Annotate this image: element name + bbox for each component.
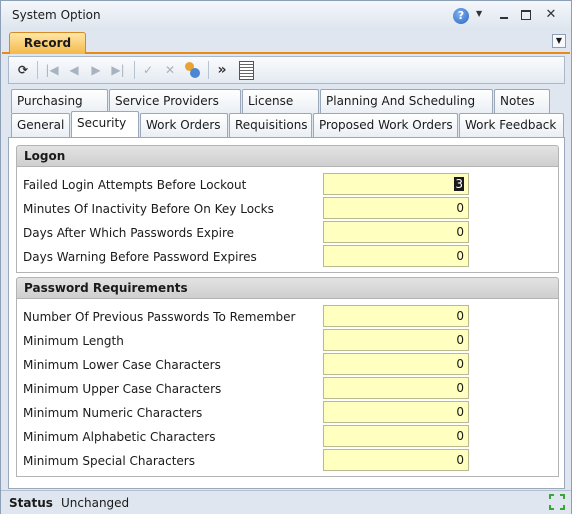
help-menu-caret-icon[interactable]: ▼ bbox=[476, 9, 492, 25]
minimum-upper-case-field[interactable]: 0 bbox=[323, 377, 469, 399]
system-option-window: System Option ? ▼ ✕ Record ▼ ⟳ |◀ ◀ ▶ ▶|… bbox=[0, 0, 572, 514]
status-label: Status bbox=[9, 496, 53, 510]
tab-service-providers[interactable]: Service Providers bbox=[109, 89, 241, 113]
minimum-lower-case-label: Minimum Lower Case Characters bbox=[23, 358, 221, 372]
tab-general[interactable]: General bbox=[11, 113, 70, 137]
help-icon[interactable]: ? bbox=[453, 8, 469, 24]
password-expire-days-label: Days After Which Passwords Expire bbox=[23, 226, 235, 240]
close-icon[interactable]: ✕ bbox=[543, 7, 559, 23]
toolbar-separator bbox=[37, 61, 38, 79]
security-tab-content: Logon Failed Login Attempts Before Locko… bbox=[8, 137, 565, 489]
maximize-icon[interactable] bbox=[519, 7, 535, 23]
first-record-icon[interactable]: |◀ bbox=[42, 60, 62, 80]
password-warning-days-field[interactable]: 0 bbox=[323, 245, 469, 267]
tab-purchasing[interactable]: Purchasing bbox=[11, 89, 108, 113]
tab-work-feedback[interactable]: Work Feedback bbox=[459, 113, 564, 137]
minimum-length-field[interactable]: 0 bbox=[323, 329, 469, 351]
previous-record-icon[interactable]: ◀ bbox=[64, 60, 84, 80]
minimum-numeric-label: Minimum Numeric Characters bbox=[23, 406, 203, 420]
minimum-alphabetic-field[interactable]: 0 bbox=[323, 425, 469, 447]
inactivity-minutes-field[interactable]: 0 bbox=[323, 197, 469, 219]
users-icon[interactable] bbox=[182, 60, 202, 80]
tab-requisitions[interactable]: Requisitions bbox=[229, 113, 312, 137]
password-requirements-section-header: Password Requirements bbox=[16, 277, 559, 299]
password-expire-days-field[interactable]: 0 bbox=[323, 221, 469, 243]
minimum-special-field[interactable]: 0 bbox=[323, 449, 469, 471]
inactivity-minutes-label: Minutes Of Inactivity Before On Key Lock… bbox=[23, 202, 274, 216]
save-check-icon[interactable]: ✓ bbox=[138, 60, 158, 80]
minimum-length-label: Minimum Length bbox=[23, 334, 124, 348]
last-record-icon[interactable]: ▶| bbox=[108, 60, 128, 80]
toolbar-separator bbox=[208, 61, 209, 79]
failed-login-attempts-field[interactable]: 3 bbox=[323, 173, 469, 195]
logon-section-header: Logon bbox=[16, 145, 559, 167]
previous-passwords-field[interactable]: 0 bbox=[323, 305, 469, 327]
cancel-icon[interactable]: ✕ bbox=[160, 60, 180, 80]
minimum-numeric-field[interactable]: 0 bbox=[323, 401, 469, 423]
next-record-icon[interactable]: ▶ bbox=[86, 60, 106, 80]
document-icon[interactable] bbox=[236, 60, 256, 80]
toolbar: ⟳ |◀ ◀ ▶ ▶| ✓ ✕ » bbox=[8, 56, 565, 84]
minimize-icon[interactable] bbox=[497, 7, 513, 23]
failed-login-attempts-label: Failed Login Attempts Before Lockout bbox=[23, 178, 247, 192]
resize-grip-icon[interactable] bbox=[549, 494, 565, 510]
collapse-chevron-icon[interactable]: ▼ bbox=[552, 34, 566, 48]
previous-passwords-label: Number Of Previous Passwords To Remember bbox=[23, 310, 296, 324]
tab-planning-and-scheduling[interactable]: Planning And Scheduling bbox=[320, 89, 493, 113]
tab-work-orders[interactable]: Work Orders bbox=[140, 113, 228, 137]
minimum-alphabetic-label: Minimum Alphabetic Characters bbox=[23, 430, 216, 444]
title-bar: System Option ? ▼ ✕ bbox=[1, 1, 571, 30]
minimum-lower-case-field[interactable]: 0 bbox=[323, 353, 469, 375]
status-value: Unchanged bbox=[61, 496, 130, 510]
record-tab-strip: Record ▼ bbox=[2, 30, 570, 54]
toolbar-separator bbox=[134, 61, 135, 79]
record-tab[interactable]: Record bbox=[9, 32, 86, 54]
password-warning-days-label: Days Warning Before Password Expires bbox=[23, 250, 257, 264]
refresh-icon[interactable]: ⟳ bbox=[13, 60, 33, 80]
failed-login-attempts-value: 3 bbox=[454, 177, 464, 191]
tab-license[interactable]: License bbox=[242, 89, 319, 113]
minimum-upper-case-label: Minimum Upper Case Characters bbox=[23, 382, 222, 396]
tab-notes[interactable]: Notes bbox=[494, 89, 550, 113]
tab-security[interactable]: Security bbox=[71, 111, 139, 137]
window-title: System Option bbox=[12, 8, 101, 22]
tab-proposed-work-orders[interactable]: Proposed Work Orders bbox=[313, 113, 458, 137]
more-actions-icon[interactable]: » bbox=[212, 60, 232, 80]
status-bar: Status Unchanged bbox=[1, 490, 571, 514]
minimum-special-label: Minimum Special Characters bbox=[23, 454, 195, 468]
